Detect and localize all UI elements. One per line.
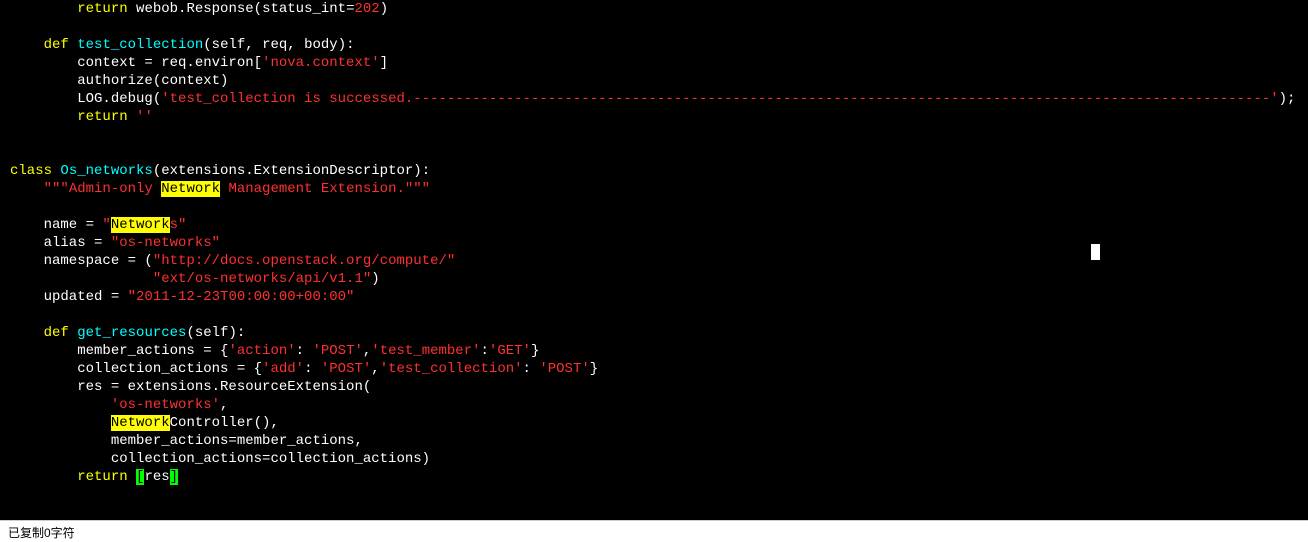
cursor-bracket: ]	[170, 469, 178, 485]
search-match: Network	[111, 217, 170, 233]
code-editor[interactable]: return webob.Response(status_int=202) de…	[0, 0, 1308, 520]
code-content: return webob.Response(status_int=202) de…	[0, 0, 1308, 486]
status-bar: 已复制0字符	[0, 520, 1308, 542]
status-text: 已复制0字符	[8, 526, 75, 540]
search-match: Network	[111, 415, 170, 431]
search-match: Network	[161, 181, 220, 197]
secondary-cursor	[1091, 244, 1100, 260]
